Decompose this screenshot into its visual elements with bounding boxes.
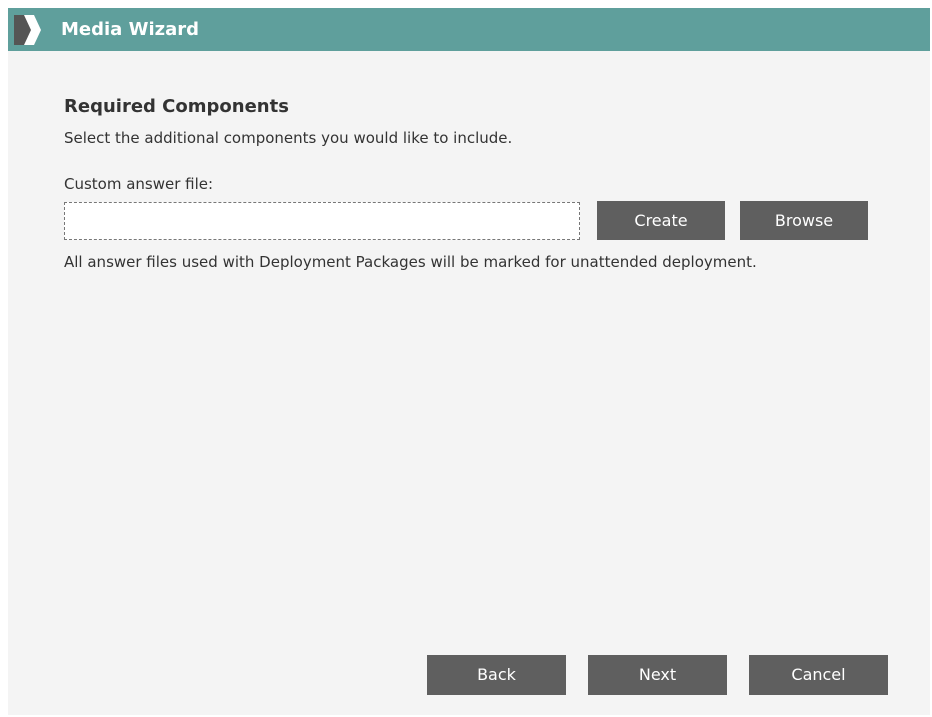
window-title: Media Wizard: [61, 19, 199, 40]
page-heading: Required Components: [64, 96, 289, 117]
create-button[interactable]: Create: [597, 201, 725, 240]
back-button[interactable]: Back: [427, 655, 566, 695]
cancel-button[interactable]: Cancel: [749, 655, 888, 695]
answer-file-label: Custom answer file:: [64, 175, 214, 193]
answer-file-input[interactable]: [64, 202, 580, 240]
browse-button[interactable]: Browse: [740, 201, 868, 240]
answer-file-note: All answer files used with Deployment Pa…: [64, 253, 757, 271]
title-bar: Media Wizard: [8, 8, 930, 51]
media-wizard-window: Media Wizard Required Components Select …: [8, 8, 930, 715]
next-button[interactable]: Next: [588, 655, 727, 695]
page-subheading: Select the additional components you wou…: [64, 129, 513, 147]
chevron-right-icon: [14, 15, 46, 45]
